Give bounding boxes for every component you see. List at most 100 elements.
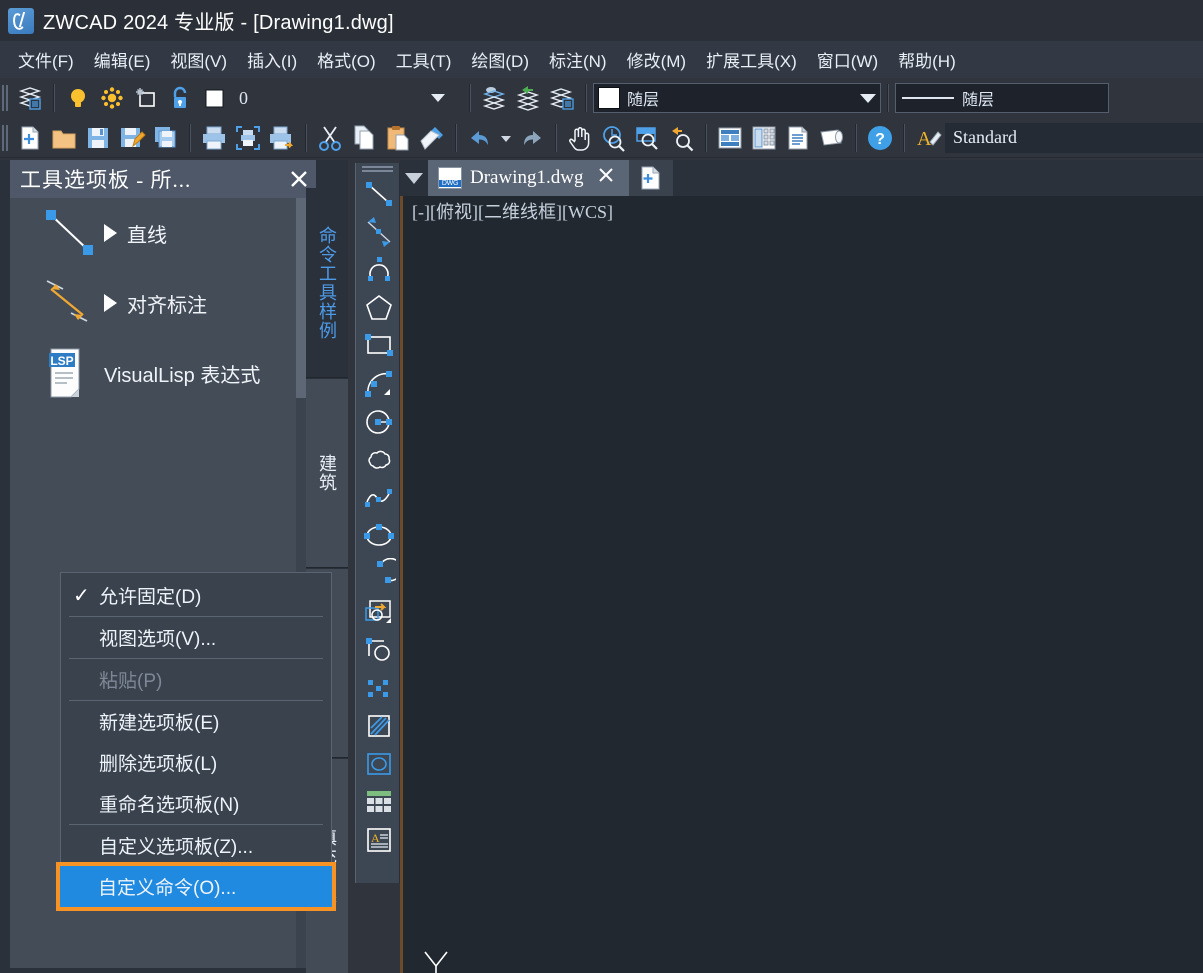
current-layer-name[interactable]: 0: [231, 88, 421, 109]
toolbar-grip[interactable]: [2, 124, 10, 151]
spline-button[interactable]: [356, 479, 401, 517]
palette-scrollbar-thumb[interactable]: [296, 198, 306, 398]
polyline-button[interactable]: [356, 251, 401, 289]
design-center-button[interactable]: [747, 121, 781, 155]
menu-item-edit[interactable]: 编辑(E): [84, 43, 161, 76]
ellipse-button[interactable]: [356, 517, 401, 555]
menu-item-draw[interactable]: 绘图(D): [461, 43, 539, 76]
properties-button[interactable]: [781, 121, 815, 155]
layout-manager-button[interactable]: [713, 121, 747, 155]
insert-block-button[interactable]: [356, 593, 401, 631]
document-tab-bar: Drawing1.dwg: [400, 160, 1203, 196]
line-button[interactable]: [356, 175, 401, 213]
context-menu-item-new-palette[interactable]: 新建选项板(E): [61, 701, 331, 742]
print-preview-button[interactable]: [231, 121, 265, 155]
layer-freeze-viewport-icon[interactable]: [129, 81, 163, 115]
chevron-down-icon[interactable]: [860, 93, 876, 103]
object-color-combo[interactable]: 随层: [593, 83, 881, 113]
palette-item-visuallisp[interactable]: LSP VisualLisp 表达式: [10, 338, 306, 408]
document-tab-drawing1[interactable]: Drawing1.dwg: [428, 160, 630, 196]
make-object-layer-current-icon[interactable]: [477, 81, 511, 115]
zoom-realtime-button[interactable]: [597, 121, 631, 155]
pan-button[interactable]: [563, 121, 597, 155]
layer-state-manager-icon[interactable]: [545, 81, 579, 115]
arc-button[interactable]: [356, 365, 401, 403]
save-button[interactable]: [81, 121, 115, 155]
new-file-button[interactable]: [13, 121, 47, 155]
copy-button[interactable]: [347, 121, 381, 155]
revision-cloud-button[interactable]: [356, 441, 401, 479]
layer-on-bulb-icon[interactable]: [61, 81, 95, 115]
text-style-button[interactable]: A: [911, 121, 945, 155]
context-menu-item-customize-commands[interactable]: 自定义命令(O)...: [56, 862, 336, 911]
menu-item-window[interactable]: 窗口(W): [807, 43, 888, 76]
text-style-field[interactable]: Standard: [945, 122, 1203, 153]
context-menu-item-allow-docking[interactable]: ✓ 允许固定(D): [61, 575, 331, 616]
redo-button[interactable]: [515, 121, 549, 155]
palette-item-line[interactable]: 直线: [10, 198, 306, 268]
sheet-set-button[interactable]: [815, 121, 849, 155]
menu-item-insert[interactable]: 插入(I): [237, 43, 307, 76]
table-button[interactable]: [356, 783, 401, 821]
open-file-button[interactable]: [47, 121, 81, 155]
context-menu-item-delete-palette[interactable]: 删除选项板(L): [61, 742, 331, 783]
publish-button[interactable]: [265, 121, 299, 155]
chevron-down-icon[interactable]: [400, 160, 428, 196]
print-button[interactable]: [197, 121, 231, 155]
drawing-canvas-area[interactable]: Drawing1.dwg [-][俯视][二维线框][WCS]: [400, 160, 1203, 973]
menu-item-dimension[interactable]: 标注(N): [539, 43, 617, 76]
side-tab-command-tool-samples[interactable]: 命令工具样例: [306, 188, 348, 378]
menu-item-view[interactable]: 视图(V): [160, 43, 237, 76]
circle-button[interactable]: [356, 403, 401, 441]
make-block-button[interactable]: [356, 631, 401, 669]
gradient-button[interactable]: [356, 745, 401, 783]
menu-item-tools[interactable]: 工具(T): [386, 43, 462, 76]
close-icon[interactable]: [591, 165, 621, 191]
layer-properties-manager-button[interactable]: [13, 81, 47, 115]
palette-item-aligned-dimension[interactable]: 对齐标注: [10, 268, 306, 338]
menu-item-help[interactable]: 帮助(H): [888, 43, 966, 76]
draw-toolbar-grip[interactable]: [362, 166, 393, 173]
flyout-arrow-icon[interactable]: [104, 224, 117, 242]
layer-freeze-sun-icon[interactable]: [95, 81, 129, 115]
linetype-combo[interactable]: 随层: [895, 83, 1109, 113]
context-menu-item-view-options[interactable]: 视图选项(V)...: [61, 617, 331, 658]
undo-dropdown-button[interactable]: [497, 121, 515, 155]
tool-palette-title-bar[interactable]: 工具选项板 - 所...: [10, 160, 316, 198]
paste-button[interactable]: [381, 121, 415, 155]
construction-line-button[interactable]: [356, 213, 401, 251]
save-all-button[interactable]: [149, 121, 183, 155]
zoom-window-button[interactable]: [631, 121, 665, 155]
toolbar-grip[interactable]: [2, 85, 10, 111]
layer-color-swatch-icon[interactable]: [197, 81, 231, 115]
ellipse-arc-button[interactable]: [356, 555, 401, 593]
undo-button[interactable]: [463, 121, 497, 155]
menu-item-format[interactable]: 格式(O): [307, 43, 386, 76]
side-tab-architecture[interactable]: 建筑: [306, 378, 348, 568]
help-button[interactable]: ?: [863, 121, 897, 155]
layer-dropdown-button[interactable]: [421, 81, 455, 115]
menu-item-express-tools[interactable]: 扩展工具(X): [696, 43, 807, 76]
save-as-button[interactable]: [115, 121, 149, 155]
cut-button[interactable]: [313, 121, 347, 155]
palette-item-label: VisualLisp 表达式: [104, 364, 261, 387]
zoom-previous-button[interactable]: [665, 121, 699, 155]
new-drawing-button[interactable]: [629, 160, 674, 196]
context-menu-item-customize-palette[interactable]: 自定义选项板(Z)...: [61, 825, 331, 866]
context-menu-item-rename-palette[interactable]: 重命名选项板(N): [61, 783, 331, 824]
point-button[interactable]: [356, 669, 401, 707]
toolbar-separator: [705, 123, 707, 152]
layer-lock-icon[interactable]: [163, 81, 197, 115]
polygon-button[interactable]: [356, 289, 401, 327]
menu-item-file[interactable]: 文件(F): [8, 43, 84, 76]
menu-item-modify[interactable]: 修改(M): [617, 43, 696, 76]
svg-text:A: A: [917, 128, 932, 150]
multiline-text-button[interactable]: A: [356, 821, 401, 859]
flyout-arrow-icon[interactable]: [104, 294, 117, 312]
side-tab-label: 建筑: [317, 454, 337, 492]
hatch-button[interactable]: [356, 707, 401, 745]
match-properties-button[interactable]: [415, 121, 449, 155]
layer-previous-icon[interactable]: [511, 81, 545, 115]
viewport-config-label[interactable]: [-][俯视][二维线框][WCS]: [412, 198, 613, 224]
rectangle-button[interactable]: [356, 327, 401, 365]
